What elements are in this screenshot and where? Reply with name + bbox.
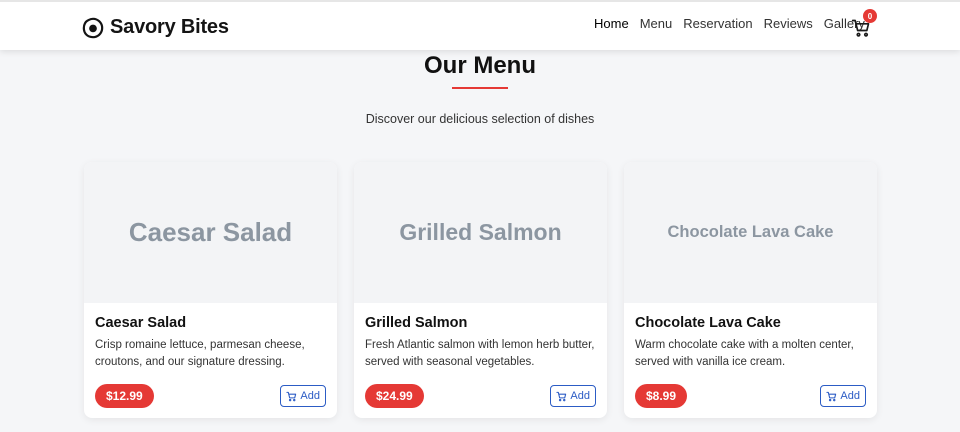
price-badge: $8.99 [635,384,688,408]
nav-item-home[interactable]: Home [594,16,629,31]
navbar: Savory Bites Home Menu Reservation Revie… [0,0,960,50]
cart-count-badge: 0 [863,9,877,23]
menu-card: Grilled Salmon Grilled Salmon Fresh Atla… [354,162,607,418]
price-badge: $24.99 [365,384,424,408]
cart-icon [556,391,567,401]
price-badge: $12.99 [95,384,154,408]
dish-name: Chocolate Lava Cake [635,315,781,331]
cart-button[interactable]: 0 [851,9,877,40]
nav-item-menu[interactable]: Menu [640,16,673,31]
add-button-label: Add [570,390,590,402]
add-button-label: Add [300,390,320,402]
page-title: Our Menu [424,52,536,79]
dish-name: Caesar Salad [95,315,187,331]
title-underline [452,87,508,89]
card-image-placeholder: Chocolate Lava Cake [624,162,877,303]
add-to-cart-button[interactable]: Add [550,385,596,407]
nav-menu: Home Menu Reservation Reviews Gallery [594,16,865,31]
menu-card: Caesar Salad Caesar Salad Crisp romaine … [84,162,337,418]
dish-description: Warm chocolate cake with a molten center… [635,339,854,368]
dish-description: Fresh Atlantic salmon with lemon herb bu… [365,339,595,368]
brand-logo[interactable]: Savory Bites [82,16,229,39]
egg-icon [82,17,104,38]
menu-card: Chocolate Lava Cake Chocolate Lava Cake … [624,162,877,418]
nav-item-reviews[interactable]: Reviews [764,16,813,31]
dish-name: Grilled Salmon [365,315,468,331]
nav-item-reservation[interactable]: Reservation [683,16,752,31]
card-image-placeholder: Caesar Salad [84,162,337,303]
add-to-cart-button[interactable]: Add [820,385,866,407]
card-body: Caesar Salad Crisp romaine lettuce, parm… [84,303,337,418]
page-subtitle: Discover our delicious selection of dish… [365,112,595,126]
card-body: Grilled Salmon Fresh Atlantic salmon wit… [354,303,607,418]
brand-name: Savory Bites [110,16,229,38]
dish-description: Crisp romaine lettuce, parmesan cheese, … [95,339,305,368]
add-to-cart-button[interactable]: Add [280,385,326,407]
card-body: Chocolate Lava Cake Warm chocolate cake … [624,303,877,418]
cart-icon [286,391,297,401]
add-button-label: Add [840,390,860,402]
card-image-placeholder: Grilled Salmon [354,162,607,303]
cart-icon [826,391,837,401]
